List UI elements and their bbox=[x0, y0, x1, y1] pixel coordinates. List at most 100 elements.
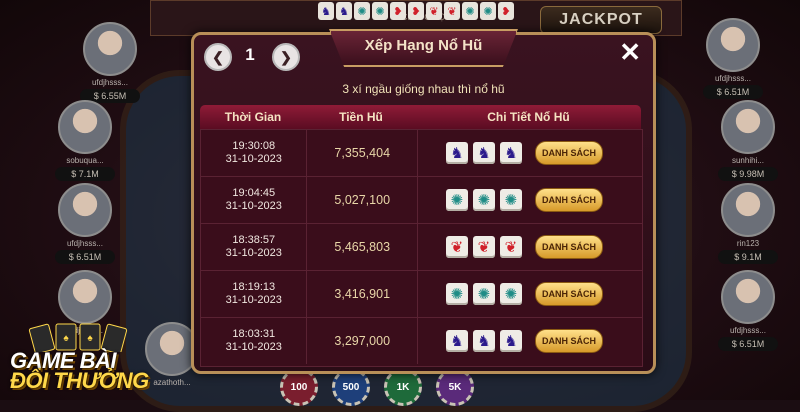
crab-dice-icon: ✺ bbox=[480, 2, 496, 20]
player-name: sunhihi... bbox=[731, 156, 765, 165]
fish-dice-icon: ❥ bbox=[408, 2, 424, 20]
detail-cell: ♞ ♞ ♞ DANH SÁCH bbox=[418, 130, 642, 176]
player-money: $ 7.1M bbox=[55, 167, 115, 181]
amount-cell: 7,355,404 bbox=[307, 130, 418, 176]
detail-cell: ✺ ✺ ✺ DANH SÁCH bbox=[418, 271, 642, 317]
time-cell: 18:19:13 31-10-2023 bbox=[201, 271, 308, 317]
logo-line-2: ĐỔI THƯỞNG bbox=[10, 368, 149, 393]
player-money: $ 9.98M bbox=[718, 167, 778, 181]
crab-dice-icon: ✺ bbox=[445, 189, 468, 211]
chevron-left-icon: ❮ bbox=[212, 48, 224, 65]
time-value: 19:30:08 bbox=[232, 140, 276, 152]
table-row: 18:03:31 31-10-2023 3,297,000 ♞ ♞ ♞ DANH SÁCH bbox=[201, 318, 642, 364]
close-button[interactable]: ✕ bbox=[619, 37, 641, 67]
player-money: $ 6.51M bbox=[55, 250, 115, 264]
player-seat[interactable]: rin123 $ 9.1M bbox=[718, 183, 778, 264]
ranking-table: 19:30:08 31-10-2023 7,355,404 ♞ ♞ ♞ DANH SÁCH 1… bbox=[200, 129, 643, 367]
time-cell: 19:30:08 31-10-2023 bbox=[201, 130, 308, 176]
avatar bbox=[58, 183, 112, 237]
crab-dice-icon: ✺ bbox=[372, 2, 388, 20]
crab-dice-icon: ✺ bbox=[499, 189, 522, 211]
player-name: ufdjhsss... bbox=[714, 74, 751, 83]
next-page-button[interactable]: ❯ bbox=[272, 43, 300, 71]
time-cell: 18:03:31 31-10-2023 bbox=[201, 318, 308, 364]
crab-dice-icon: ✺ bbox=[354, 2, 370, 20]
avatar bbox=[721, 270, 775, 324]
amount-cell: 3,416,901 bbox=[307, 271, 418, 317]
time-value: 18:03:31 bbox=[232, 328, 276, 340]
time-cell: 19:04:45 31-10-2023 bbox=[201, 177, 308, 223]
table-row: 18:19:13 31-10-2023 3,416,901 ✺ ✺ ✺ DANH SÁCH bbox=[201, 271, 642, 318]
player-name: ufdjhsss... bbox=[91, 78, 128, 87]
date-value: 31-10-2023 bbox=[225, 153, 282, 165]
list-button[interactable]: DANH SÁCH bbox=[534, 329, 603, 353]
crab-dice-icon: ✺ bbox=[472, 283, 495, 305]
player-seat[interactable]: ufdjhsss... $ 6.51M bbox=[703, 18, 763, 99]
page-number: 1 bbox=[245, 45, 255, 64]
table-row: 19:30:08 31-10-2023 7,355,404 ♞ ♞ ♞ DANH SÁCH bbox=[201, 130, 642, 177]
player-name: rin123 bbox=[736, 239, 760, 248]
player-seat[interactable]: ufdjhsss... $ 6.51M bbox=[718, 270, 778, 351]
player-seat[interactable]: sobuqua... $ 7.1M bbox=[55, 100, 115, 181]
column-header-detail: Chi Tiết Nổ Hũ bbox=[487, 110, 570, 124]
deer-dice-icon: ♞ bbox=[318, 2, 334, 20]
player-seat[interactable]: ufdjhsss... $ 6.51M bbox=[55, 183, 115, 264]
detail-cell: ❦ ❦ ❦ DANH SÁCH bbox=[418, 224, 642, 270]
deer-dice-icon: ♞ bbox=[499, 142, 522, 164]
shrimp-dice-icon: ❦ bbox=[445, 236, 468, 258]
deer-dice-icon: ♞ bbox=[445, 330, 468, 352]
deer-dice-icon: ♞ bbox=[445, 142, 468, 164]
list-button[interactable]: DANH SÁCH bbox=[534, 188, 603, 212]
player-money: $ 6.51M bbox=[718, 337, 778, 351]
shrimp-dice-icon: ❦ bbox=[472, 236, 495, 258]
shrimp-dice-icon: ❦ bbox=[499, 236, 522, 258]
time-value: 18:38:57 bbox=[232, 234, 276, 246]
table-header: Thời Gian Tiền Hũ Chi Tiết Nổ Hũ bbox=[200, 105, 641, 129]
player-name: sobuqua... bbox=[66, 156, 104, 165]
avatar bbox=[58, 100, 112, 154]
shrimp-dice-icon: ❦ bbox=[444, 2, 460, 20]
prev-page-button[interactable]: ❮ bbox=[204, 43, 232, 71]
dialog-title: Xếp Hạng Nổ Hũ bbox=[364, 37, 483, 54]
shrimp-dice-icon: ❦ bbox=[426, 2, 442, 20]
close-icon: ✕ bbox=[619, 37, 641, 67]
player-money: $ 6.51M bbox=[703, 85, 763, 99]
amount-cell: 5,465,803 bbox=[307, 224, 418, 270]
detail-cell: ♞ ♞ ♞ DANH SÁCH bbox=[418, 318, 642, 364]
amount-cell: 3,297,000 bbox=[307, 318, 418, 364]
dialog-subtitle: 3 xí ngầu giống nhau thì nổ hũ bbox=[342, 82, 505, 96]
crab-dice-icon: ✺ bbox=[462, 2, 478, 20]
svg-text:♠: ♠ bbox=[63, 333, 69, 344]
avatar bbox=[721, 100, 775, 154]
date-value: 31-10-2023 bbox=[225, 341, 282, 353]
table-row: 18:38:57 31-10-2023 5,465,803 ❦ ❦ ❦ DANH SÁCH bbox=[201, 224, 642, 271]
svg-text:♠: ♠ bbox=[87, 333, 93, 344]
list-button[interactable]: DANH SÁCH bbox=[534, 282, 603, 306]
deer-dice-icon: ♞ bbox=[336, 2, 352, 20]
deer-dice-icon: ♞ bbox=[499, 330, 522, 352]
player-name: ufdjhsss... bbox=[66, 239, 103, 248]
dice-history-strip: ♞ ♞ ✺ ✺ ❥ ❥ ❦ ❦ ✺ ✺ ❥ bbox=[318, 2, 514, 20]
time-value: 18:19:13 bbox=[232, 281, 276, 293]
dialog-title-banner: Xếp Hạng Nổ Hũ bbox=[329, 29, 518, 67]
time-value: 19:04:45 bbox=[232, 187, 276, 199]
jackpot-label[interactable]: JACKPOT bbox=[540, 6, 662, 34]
avatar bbox=[721, 183, 775, 237]
fish-dice-icon: ❥ bbox=[498, 2, 514, 20]
list-button[interactable]: DANH SÁCH bbox=[534, 141, 603, 165]
avatar bbox=[706, 18, 760, 72]
crab-dice-icon: ✺ bbox=[445, 283, 468, 305]
player-seat[interactable]: ufdjhsss... $ 6.55M bbox=[80, 22, 140, 103]
avatar bbox=[58, 270, 112, 324]
list-button[interactable]: DANH SÁCH bbox=[534, 235, 603, 259]
crab-dice-icon: ✺ bbox=[499, 283, 522, 305]
fish-dice-icon: ❥ bbox=[390, 2, 406, 20]
deer-dice-icon: ♞ bbox=[472, 142, 495, 164]
date-value: 31-10-2023 bbox=[225, 294, 282, 306]
player-seat[interactable]: sunhihi... $ 9.98M bbox=[718, 100, 778, 181]
amount-cell: 5,027,100 bbox=[307, 177, 418, 223]
date-value: 31-10-2023 bbox=[225, 247, 282, 259]
table-row: 19:04:45 31-10-2023 5,027,100 ✺ ✺ ✺ DANH SÁCH bbox=[201, 177, 642, 224]
detail-cell: ✺ ✺ ✺ DANH SÁCH bbox=[418, 177, 642, 223]
column-header-time: Thời Gian bbox=[224, 110, 282, 124]
